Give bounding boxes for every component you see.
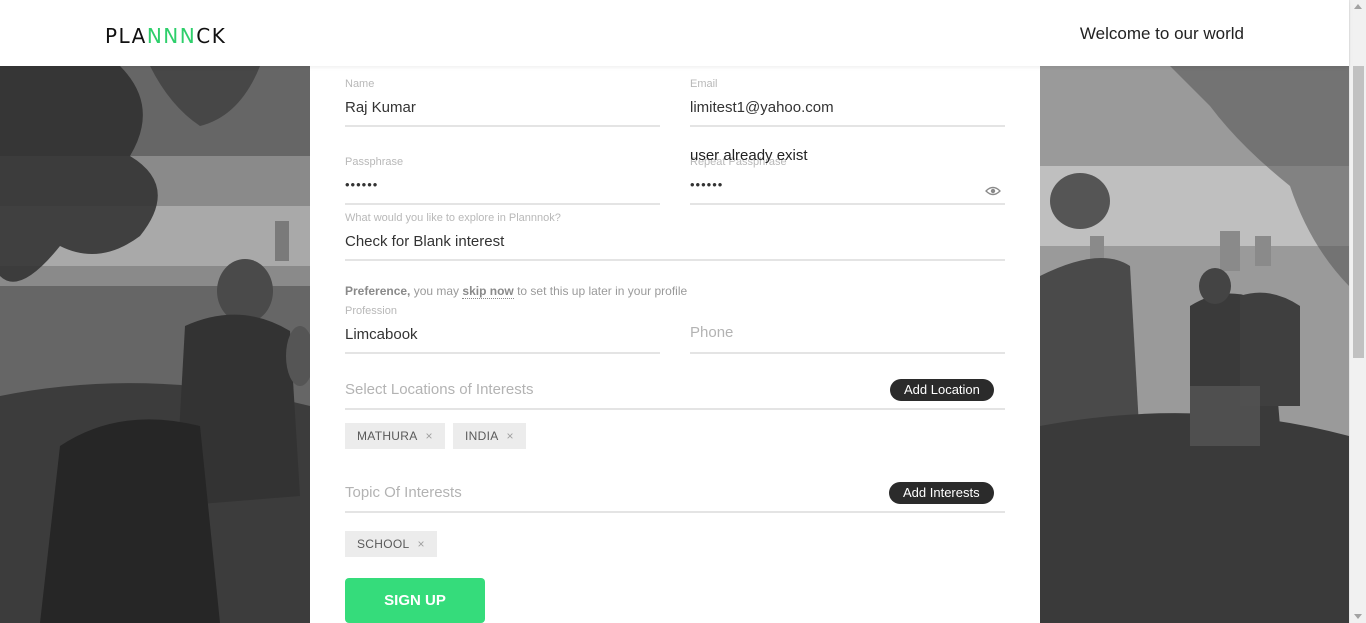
- locations-placeholder: Select Locations of Interests: [345, 381, 534, 398]
- repeat-passphrase-underline: [690, 203, 1005, 205]
- explore-field[interactable]: What would you like to explore in Plannn…: [345, 212, 1005, 261]
- phone-field[interactable]: Phone: [690, 305, 1005, 354]
- signup-form-panel: Name Raj Kumar Email limitest1@yahoo.com…: [310, 66, 1040, 623]
- phone-underline: [690, 352, 1005, 354]
- passphrase-value: ••••••: [345, 177, 379, 192]
- email-value: limitest1@yahoo.com: [690, 99, 834, 116]
- passphrase-underline: [345, 203, 660, 205]
- phone-placeholder: Phone: [690, 324, 734, 341]
- scroll-thumb[interactable]: [1353, 66, 1364, 358]
- preference-bold: Preference,: [345, 284, 411, 298]
- page-scrollbar[interactable]: [1349, 0, 1366, 623]
- email-field[interactable]: Email limitest1@yahoo.com: [690, 78, 1005, 127]
- explore-underline: [345, 259, 1005, 261]
- passphrase-label: Passphrase: [345, 156, 404, 168]
- name-underline: [345, 125, 660, 127]
- email-label: Email: [690, 78, 718, 90]
- preference-pre: you may: [410, 284, 463, 298]
- location-chip-india: INDIA ×: [453, 423, 526, 449]
- explore-label: What would you like to explore in Plannn…: [345, 212, 561, 224]
- scroll-up-arrow-icon[interactable]: [1354, 4, 1362, 9]
- logo-suffix: CK: [196, 24, 227, 48]
- background-photo-right: [1040, 66, 1349, 623]
- profession-value: Limcabook: [345, 326, 418, 343]
- close-icon[interactable]: ×: [507, 429, 514, 443]
- add-location-button[interactable]: Add Location: [890, 379, 994, 401]
- chip-label: MATHURA: [357, 429, 418, 443]
- background-photo-left: [0, 66, 310, 623]
- preference-note: Preference, you may skip now to set this…: [345, 284, 688, 299]
- repeat-passphrase-value: ••••••: [690, 177, 724, 192]
- topics-placeholder: Topic Of Interests: [345, 484, 462, 501]
- plannnok-logo[interactable]: PLANNNCK: [105, 24, 226, 48]
- explore-value: Check for Blank interest: [345, 233, 505, 250]
- location-chip-mathura: MATHURA ×: [345, 423, 445, 449]
- logo-accent: NNN: [146, 24, 197, 48]
- top-header: PLANNNCK Welcome to our world: [0, 0, 1349, 66]
- topic-chip-school: SCHOOL ×: [345, 531, 437, 557]
- add-interests-button[interactable]: Add Interests: [889, 482, 994, 504]
- chip-label: INDIA: [465, 429, 499, 443]
- name-value: Raj Kumar: [345, 99, 416, 116]
- profession-field[interactable]: Profession Limcabook: [345, 305, 660, 354]
- close-icon[interactable]: ×: [426, 429, 433, 443]
- scroll-down-arrow-icon[interactable]: [1354, 614, 1362, 619]
- chip-label: SCHOOL: [357, 537, 410, 551]
- passphrase-field[interactable]: Passphrase ••••••: [345, 156, 660, 205]
- locations-underline: [345, 408, 1005, 410]
- eye-icon[interactable]: [985, 183, 1001, 196]
- skip-now-link[interactable]: skip now: [462, 284, 514, 299]
- sign-up-button[interactable]: SIGN UP: [345, 578, 485, 623]
- name-label: Name: [345, 78, 375, 90]
- profession-label: Profession: [345, 305, 397, 317]
- profession-underline: [345, 352, 660, 354]
- email-underline: [690, 125, 1005, 127]
- topics-underline: [345, 511, 1005, 513]
- close-icon[interactable]: ×: [417, 537, 424, 551]
- logo-prefix: PLA: [105, 24, 147, 48]
- preference-post: to set this up later in your profile: [513, 284, 688, 298]
- user-exists-error: user already exist: [690, 147, 808, 164]
- welcome-text: Welcome to our world: [1079, 24, 1244, 43]
- name-field[interactable]: Name Raj Kumar: [345, 78, 660, 127]
